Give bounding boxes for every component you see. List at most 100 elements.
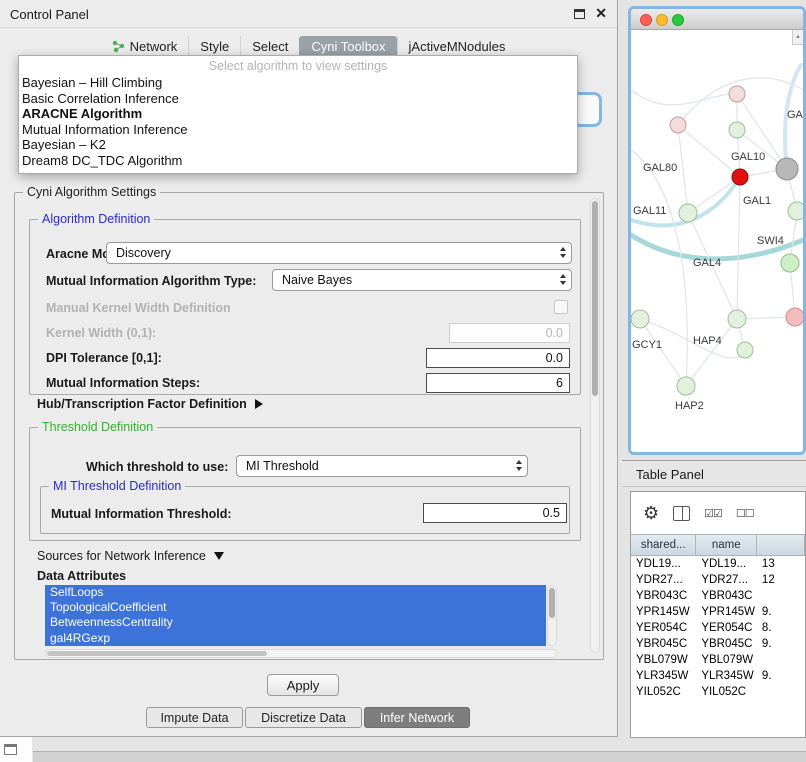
table-row[interactable]: YDL19...YDL19...13 [631,556,805,572]
collapsed-arrow-icon [255,399,263,409]
column-chooser-icon[interactable] [673,506,690,521]
attributes-hscrollbar[interactable] [45,649,557,658]
algorithm-option[interactable]: Bayesian – Hill Climbing [19,75,577,91]
close-traffic-light[interactable] [640,14,652,26]
data-attributes-list[interactable]: SelfLoopsTopologicalCoefficientBetweenne… [45,585,546,646]
table-cell: 8. [757,620,805,636]
network-node[interactable] [729,86,745,102]
threshold-definition-title: Threshold Definition [38,420,157,434]
settings-scrollbar[interactable] [590,198,600,653]
table-row[interactable]: YBL079WYBL079W [631,652,805,668]
table-row[interactable]: YER054CYER054C8. [631,620,805,636]
apply-button[interactable]: Apply [267,674,339,696]
network-graph[interactable]: GALGAL80GAL10GAL11GAL1SWI4GAL4GCY1HAP4HA… [631,30,803,452]
network-node[interactable] [732,169,748,185]
network-node[interactable] [679,204,697,222]
select-none-icon[interactable]: ☐☐ [736,507,754,520]
manual-kernel-label: Manual Kernel Width Definition [46,301,231,315]
threshold-definition-group: Threshold Definition Which threshold to … [29,427,581,541]
algorithm-popup-list: Bayesian – Hill ClimbingBasic Correlatio… [19,75,577,168]
table-cell: 9. [757,636,805,652]
network-node-label: GAL11 [633,205,666,217]
algorithm-option[interactable]: Dream8 DC_TDC Algorithm [19,153,577,169]
network-node[interactable] [737,342,753,358]
network-node[interactable] [670,117,686,133]
table-toolbar: ⚙ ☑☑ ☐☐ [631,492,805,534]
expanded-arrow-icon [214,552,224,560]
attribute-list-item[interactable]: TopologicalCoefficient [45,600,546,615]
network-node[interactable] [776,158,798,180]
control-panel-title: Control Panel [10,7,89,22]
table-column-header[interactable] [757,535,805,555]
mi-steps-field[interactable]: 6 [426,373,570,393]
zoom-traffic-light[interactable] [672,14,684,26]
network-node[interactable] [677,377,695,395]
table-cell: YBL079W [696,652,757,668]
combo-arrows-icon [516,460,522,471]
network-node[interactable] [781,254,799,272]
network-window-titlebar[interactable] [631,9,803,30]
network-node[interactable] [728,310,746,328]
network-edge[interactable] [686,319,737,386]
attributes-scrollbar-thumb[interactable] [549,588,555,618]
table-cell: YLR345W [696,668,757,684]
cyni-algorithm-settings-group: Cyni Algorithm Settings Algorithm Defini… [14,192,604,660]
float-window-icon[interactable] [574,9,585,19]
mi-threshold-group: MI Threshold Definition Mutual Informati… [40,486,570,534]
network-edge[interactable] [678,125,688,213]
select-all-icon[interactable]: ☑☑ [704,507,722,520]
table-cell: YBR045C [696,636,757,652]
close-icon[interactable]: ✕ [595,5,607,22]
settings-scrollbar-thumb[interactable] [592,201,598,396]
table-row[interactable]: YDR27...YDR27...12 [631,572,805,588]
table-row[interactable]: YBR043CYBR043C [631,588,805,604]
network-edge[interactable] [737,177,740,319]
table-column-header[interactable]: name [696,535,757,555]
kernel-width-value: 0.0 [546,326,563,340]
network-edge[interactable] [631,90,737,105]
sources-section-toggle[interactable]: Sources for Network Inference [37,549,224,563]
algorithm-option[interactable]: ARACNE Algorithm [19,106,577,122]
attributes-hscrollbar-thumb[interactable] [47,651,267,656]
table-row[interactable]: YBR045CYBR045C9. [631,636,805,652]
tab-network-label: Network [130,39,178,54]
tab-discretize-data[interactable]: Discretize Data [245,707,362,728]
network-node[interactable] [631,310,649,328]
attributes-scrollbar[interactable] [547,585,557,646]
algorithm-dropdown-popup: Select algorithm to view settings Bayesi… [18,55,578,174]
tab-impute-data[interactable]: Impute Data [146,707,243,728]
settings-gear-icon[interactable]: ⚙ [643,503,659,524]
tab-infer-network[interactable]: Infer Network [364,707,470,728]
network-node[interactable] [729,122,745,138]
mi-type-combobox[interactable]: Naive Bayes [272,269,572,291]
network-edge[interactable] [640,319,686,386]
table-header-row[interactable]: shared...name [631,534,805,556]
table-row[interactable]: YLR345WYLR345W9. [631,668,805,684]
which-threshold-combobox[interactable]: MI Threshold [236,455,528,477]
network-node[interactable] [786,308,803,326]
table-row[interactable]: YPR145WYPR145W9. [631,604,805,620]
network-node-label: GAL1 [743,195,771,207]
network-canvas[interactable]: GALGAL80GAL10GAL11GAL1SWI4GAL4GCY1HAP4HA… [631,30,803,452]
dpi-tolerance-field[interactable]: 0.0 [426,348,570,368]
table-column-header[interactable]: shared... [631,535,696,555]
minimized-window-icon[interactable] [4,744,17,755]
settings-group-title: Cyni Algorithm Settings [23,185,160,199]
table-cell [757,684,805,700]
table-row[interactable]: YIL052CYIL052C [631,684,805,700]
mi-steps-label: Mutual Information Steps: [46,376,200,390]
attribute-list-item[interactable]: gal4RGexp [45,631,546,646]
dpi-tolerance-value: 0.0 [546,351,563,365]
bottom-divider-strip [33,751,806,762]
attribute-list-item[interactable]: BetweennessCentrality [45,615,546,630]
canvas-scroll-arrow-icon[interactable]: ▲ [792,30,803,45]
minimize-traffic-light[interactable] [656,14,668,26]
algorithm-option[interactable]: Basic Correlation Inference [19,91,577,107]
mi-threshold-field[interactable]: 0.5 [423,503,567,523]
network-node[interactable] [788,202,803,220]
aracne-mode-combobox[interactable]: Discovery [106,242,572,264]
algorithm-option[interactable]: Mutual Information Inference [19,122,577,138]
algorithm-option[interactable]: Bayesian – K2 [19,137,577,153]
hub-factor-section-toggle[interactable]: Hub/Transcription Factor Definition [37,397,263,411]
attribute-list-item[interactable]: SelfLoops [45,585,546,600]
